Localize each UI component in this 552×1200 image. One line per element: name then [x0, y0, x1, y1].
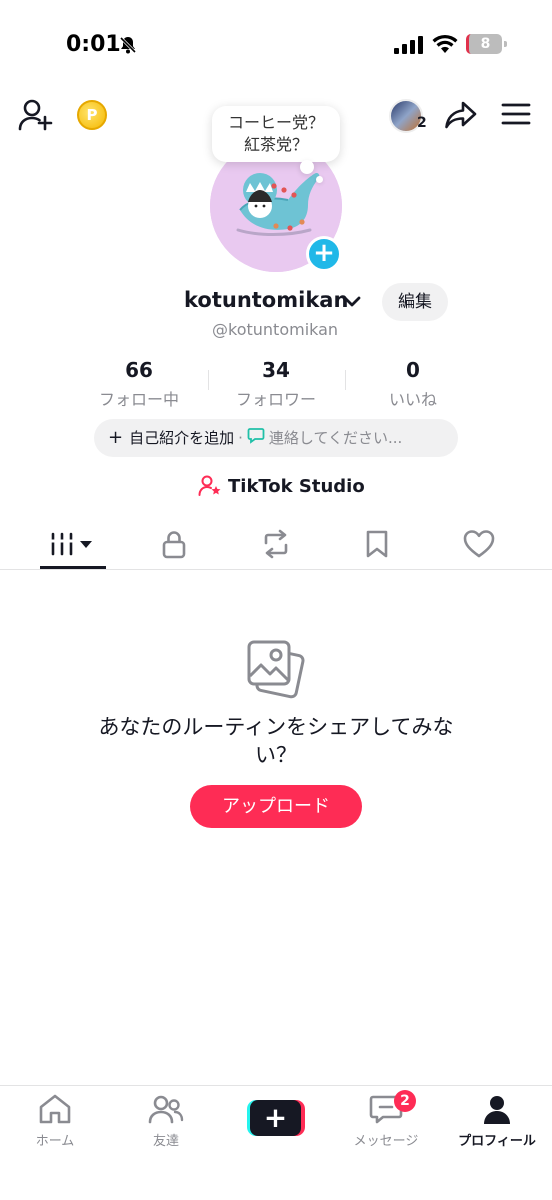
tab-private[interactable]: [139, 520, 209, 568]
studio-person-star-icon: [198, 475, 221, 496]
stat-value: 66: [125, 358, 153, 382]
studio-label: TikTok Studio: [228, 475, 365, 497]
nav-profile[interactable]: プロフィール: [442, 1094, 552, 1149]
name-row: kotuntomikan: [0, 288, 552, 318]
share-icon[interactable]: [444, 100, 478, 134]
tab-videos[interactable]: [38, 520, 108, 568]
profile-tabs: [0, 520, 552, 570]
bookmark-icon: [366, 530, 388, 558]
tiktok-studio-link[interactable]: TikTok Studio: [198, 474, 365, 498]
add-bio-label[interactable]: 自己紹介を追加: [129, 429, 234, 447]
repost-icon: [264, 529, 288, 559]
upload-button[interactable]: アップロード: [190, 785, 362, 828]
home-icon: [39, 1094, 71, 1124]
tab-favorites[interactable]: [342, 520, 412, 568]
plus-icon: +: [108, 427, 124, 448]
heart-icon: [463, 530, 495, 558]
stat-value: 34: [262, 358, 290, 382]
empty-state-message: あなたのルーティンをシェアしてみない？: [98, 715, 454, 767]
bell-muted-icon: [118, 35, 138, 59]
grid-icon: [49, 532, 92, 556]
create-button[interactable]: +: [247, 1100, 305, 1136]
nav-messages-label: メッセージ: [353, 1134, 419, 1149]
stat-label: いいね: [388, 390, 437, 409]
friends-icon: [148, 1095, 184, 1124]
battery-level: 8: [480, 36, 491, 52]
photos-icon: [246, 638, 306, 704]
chevron-down-icon[interactable]: [342, 292, 362, 316]
status-time: 0:01: [66, 32, 121, 57]
stat-followers[interactable]: 34 フォロワー: [211, 358, 341, 410]
status-bar: 0:01 8: [0, 0, 552, 90]
edit-profile-button[interactable]: 編集: [382, 283, 448, 321]
bio-bar[interactable]: + 自己紹介を追加 · 連絡してください...: [94, 419, 458, 457]
profile-icon: [484, 1096, 510, 1124]
bottom-nav: ホーム 友達 + メッセージ 2 プロフィール: [0, 1085, 552, 1200]
contact-label[interactable]: 連絡してください...: [269, 429, 402, 447]
chat-icon: [247, 420, 265, 458]
stat-label: フォロー中: [98, 390, 179, 409]
stat-label: フォロワー: [235, 390, 316, 409]
tab-liked[interactable]: [444, 520, 514, 568]
plus-icon: +: [250, 1100, 301, 1136]
user-handle: @kotuntomikan: [212, 320, 339, 339]
menu-icon[interactable]: [501, 102, 531, 130]
nav-home-label: ホーム: [35, 1134, 75, 1149]
lock-icon: [162, 531, 186, 559]
messages-badge: 2: [394, 1090, 416, 1112]
username[interactable]: kotuntomikan: [184, 288, 348, 312]
nav-profile-label: プロフィール: [458, 1134, 536, 1149]
battery-indicator: 8: [466, 34, 507, 54]
add-friend-icon[interactable]: [18, 98, 54, 136]
add-avatar-button[interactable]: +: [306, 236, 342, 272]
story-count: 2: [417, 115, 427, 131]
stat-divider: [345, 370, 346, 390]
note-bubble-tail-small: [316, 176, 323, 183]
nav-messages[interactable]: メッセージ: [331, 1094, 441, 1149]
separator-dot: ·: [238, 429, 243, 447]
stat-divider: [208, 370, 209, 390]
note-line-2: 紅茶党？: [243, 135, 308, 154]
cellular-signal-icon: [394, 36, 424, 58]
note-bubble-tail: [300, 160, 314, 174]
nav-friends[interactable]: 友達: [111, 1094, 221, 1149]
stat-value: 0: [406, 358, 420, 382]
note-line-1: コーヒー党？: [227, 113, 324, 132]
tab-reposts[interactable]: [241, 520, 311, 568]
stat-following[interactable]: 66 フォロー中: [74, 358, 204, 410]
stat-likes[interactable]: 0 いいね: [348, 358, 478, 410]
active-tab-indicator: [40, 566, 106, 569]
coin-icon[interactable]: P: [77, 100, 107, 130]
wifi-icon: [432, 34, 458, 58]
note-bubble[interactable]: コーヒー党？ 紅茶党？: [212, 106, 340, 162]
nav-home[interactable]: ホーム: [0, 1094, 110, 1149]
nav-friends-label: 友達: [152, 1134, 179, 1149]
